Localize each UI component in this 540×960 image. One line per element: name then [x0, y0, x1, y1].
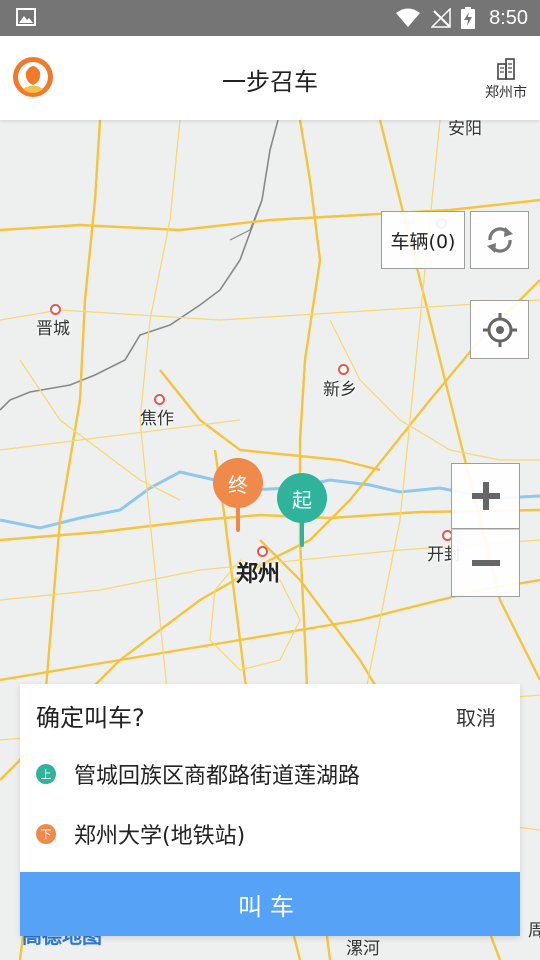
zoom-in-button[interactable] — [451, 463, 520, 529]
city-dot-xinxiang — [338, 364, 349, 375]
confirm-call-panel: 确定叫车? 取消 上 管城回族区商都路街道莲湖路 下 郑州大学(地铁站) 叫车 — [20, 684, 520, 936]
refresh-icon — [486, 227, 513, 253]
city-selector[interactable]: 郑州市 — [482, 58, 530, 102]
app-header: 一步召车 郑州市 — [0, 36, 540, 120]
vehicles-button[interactable]: 车辆(0) — [381, 211, 465, 269]
plus-icon — [471, 482, 500, 510]
no-signal-icon — [431, 8, 451, 28]
destination-pin[interactable]: 终 — [213, 458, 265, 538]
map-label-xinxiang: 新乡 — [323, 380, 357, 400]
map-label-zhengzhou: 郑州 — [236, 562, 281, 587]
destination-badge: 下 — [36, 824, 56, 844]
pickup-badge: 上 — [36, 764, 56, 784]
crosshair-icon — [482, 312, 517, 347]
confirm-title: 确定叫车? — [36, 704, 145, 732]
minus-icon — [471, 560, 500, 566]
map-label-anyang: 安阳 — [448, 120, 482, 139]
zoom-out-button[interactable] — [451, 529, 520, 597]
pickup-pin[interactable]: 起 — [277, 473, 329, 553]
building-icon — [497, 58, 515, 80]
map-label-jiaozuo: 焦作 — [140, 409, 174, 429]
wifi-icon — [396, 8, 421, 27]
cancel-button[interactable]: 取消 — [456, 702, 496, 731]
clock: 8:50 — [489, 6, 528, 29]
refresh-button[interactable] — [470, 211, 529, 269]
map-label-jincheng: 晋城 — [36, 319, 70, 339]
map-label-zhou: 周 — [528, 921, 540, 941]
pickup-pin-stem — [300, 519, 304, 547]
pickup-pin-label: 起 — [277, 473, 327, 523]
gallery-icon — [16, 8, 36, 26]
page-title: 一步召车 — [222, 68, 318, 96]
destination-pin-stem — [236, 504, 240, 532]
destination-row[interactable]: 下 郑州大学(地铁站) — [36, 814, 245, 854]
status-bar: 8:50 — [0, 0, 540, 36]
destination-address: 郑州大学(地铁站) — [74, 824, 246, 849]
locate-button[interactable] — [470, 300, 529, 359]
map-label-luohe: 漯河 — [346, 939, 380, 959]
destination-pin-label: 终 — [213, 458, 263, 508]
pickup-row[interactable]: 上 管城回族区商都路街道莲湖路 — [36, 754, 360, 794]
pickup-address: 管城回族区商都路街道莲湖路 — [74, 764, 361, 789]
battery-charging-icon — [461, 7, 476, 29]
city-label: 郑州市 — [485, 85, 527, 101]
call-car-button[interactable]: 叫车 — [20, 872, 520, 936]
